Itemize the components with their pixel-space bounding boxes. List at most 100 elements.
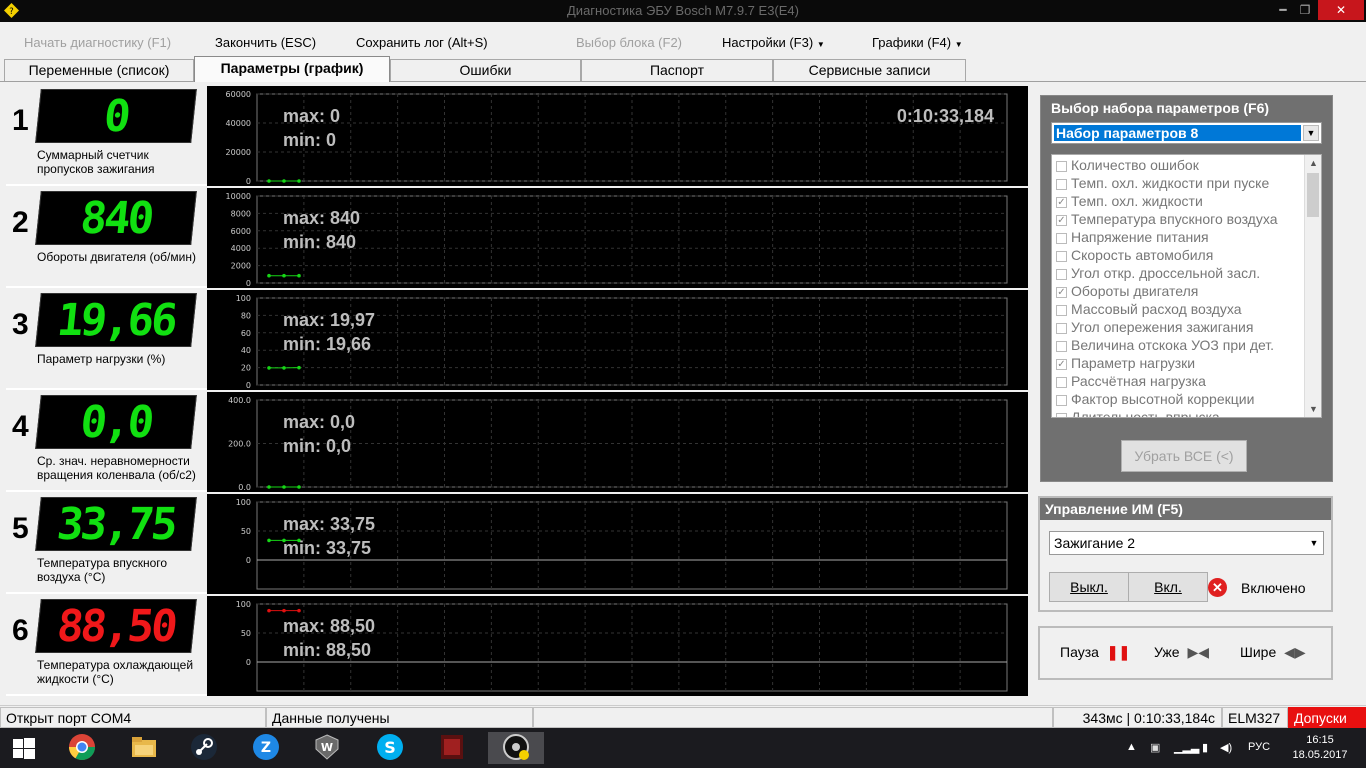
param-chart[interactable]: 400.0 200.0 0.0 max: 0,0 min: 0,0 xyxy=(207,392,1028,492)
menu-start-diagnostics[interactable]: Начать диагностику (F1) xyxy=(24,35,171,50)
param-checklist-item[interactable]: ✓ Температура впускного воздуха xyxy=(1056,210,1277,228)
clear-all-button[interactable]: Убрать ВСЕ (<) xyxy=(1121,440,1247,472)
game-icon[interactable] xyxy=(428,732,476,764)
menu-finish[interactable]: Закончить (ESC) xyxy=(215,35,316,50)
param-checklist-label: Количество ошибок xyxy=(1071,157,1199,173)
scroll-down-icon[interactable]: ▼ xyxy=(1305,401,1321,417)
wifi-icon[interactable]: ▁▂▃ xyxy=(1174,741,1199,754)
checkbox[interactable] xyxy=(1056,394,1067,406)
svg-text:W: W xyxy=(321,741,333,754)
maximize-button[interactable]: ❐ xyxy=(1298,0,1312,20)
y-tick-label: 100 xyxy=(236,600,251,609)
y-tick-label: 4000 xyxy=(231,244,251,253)
param-checklist-item[interactable]: Темп. охл. жидкости при пуске xyxy=(1056,174,1269,192)
param-checklist-item[interactable]: Напряжение питания xyxy=(1056,228,1209,246)
param-set-dropdown[interactable]: Набор параметров 8 ▼ xyxy=(1051,122,1322,144)
zoom-app-icon[interactable]: Z xyxy=(242,732,290,764)
wider-button[interactable]: Шире ◀▶ xyxy=(1240,644,1306,661)
close-button[interactable]: ✕ xyxy=(1318,0,1364,20)
param-checklist-label: Угол опережения зажигания xyxy=(1071,319,1254,335)
param-checklist-item[interactable]: Угол откр. дроссельной засл. xyxy=(1056,264,1260,282)
param-checklist-item[interactable]: Фактор высотной коррекции xyxy=(1056,390,1254,408)
param-checklist-item[interactable]: ✓ Параметр нагрузки xyxy=(1056,354,1195,372)
scroll-up-icon[interactable]: ▲ xyxy=(1305,155,1321,171)
checkbox[interactable]: ✓ xyxy=(1056,214,1067,226)
narrower-button[interactable]: Уже ▶◀ xyxy=(1154,644,1209,661)
chrome-icon[interactable] xyxy=(58,732,106,764)
volume-icon[interactable]: ◀) xyxy=(1220,741,1232,754)
tray-chevron-icon[interactable]: ▲ xyxy=(1126,741,1137,753)
checkbox[interactable] xyxy=(1056,304,1067,316)
status-empty xyxy=(533,707,1053,728)
checkbox[interactable] xyxy=(1056,178,1067,190)
off-button[interactable]: Выкл. xyxy=(1049,572,1129,602)
world-of-tanks-icon[interactable]: W xyxy=(303,732,351,764)
diagnostics-app-taskbar-icon[interactable] xyxy=(488,732,544,764)
series-point xyxy=(267,485,271,489)
menu-graphs[interactable]: Графики (F4) ▼ xyxy=(872,35,963,50)
steam-icon[interactable] xyxy=(180,732,228,764)
param-chart[interactable]: 100 50 0 max: 33,75 min: 33,75 xyxy=(207,494,1028,594)
checkbox[interactable]: ✓ xyxy=(1056,196,1067,208)
tab-errors[interactable]: Ошибки xyxy=(390,59,581,81)
minimize-button[interactable]: ━ xyxy=(1268,0,1298,20)
param-label: Параметр нагрузки (%) xyxy=(37,352,166,366)
param-checklist-item[interactable]: Угол опережения зажигания xyxy=(1056,318,1253,336)
skype-icon[interactable]: S xyxy=(366,732,414,764)
chart-max: max: 0,0 xyxy=(283,412,356,432)
param-chart[interactable]: 100 50 0 max: 88,50 min: 88,50 xyxy=(207,596,1028,696)
status-tolerances[interactable]: Допуски xyxy=(1288,707,1366,728)
actuator-dropdown[interactable]: Зажигание 2 ▼ xyxy=(1049,531,1324,555)
param-chart[interactable]: 10000 8000 6000 4000 2000 0 max: 840 min: 840 xyxy=(207,188,1028,288)
on-button[interactable]: Вкл. xyxy=(1128,572,1208,602)
param-row: 6 88,50 Температура охлаждающей жидкости… xyxy=(6,596,1028,696)
tab-variables-list[interactable]: Переменные (список) xyxy=(4,59,194,81)
param-checklist-item[interactable]: Скорость автомобиля xyxy=(1056,246,1213,264)
status-port: Открыт порт COM4 xyxy=(0,707,266,728)
pause-button[interactable]: Пауза ❚❚ xyxy=(1060,644,1130,661)
tab-passport[interactable]: Паспорт xyxy=(581,59,773,81)
narrower-label: Уже xyxy=(1154,644,1180,660)
checkbox[interactable] xyxy=(1056,160,1067,172)
language-indicator[interactable]: РУС xyxy=(1248,741,1270,753)
network-muted-icon[interactable]: ▣ xyxy=(1150,741,1160,754)
menu-settings[interactable]: Настройки (F3) ▼ xyxy=(722,35,825,50)
tab-service-records[interactable]: Сервисные записи xyxy=(773,59,966,81)
checkbox[interactable]: ✓ xyxy=(1056,358,1067,370)
param-label: Температура охлаждающей жидкости (°С) xyxy=(37,658,194,686)
param-checklist-item[interactable]: Рассчётная нагрузка xyxy=(1056,372,1206,390)
param-checklist-item[interactable]: ✓ Темп. охл. жидкости xyxy=(1056,192,1203,210)
param-chart[interactable]: 100 80 60 40 20 0 max: 19,97 min: 19,66 xyxy=(207,290,1028,390)
checkbox[interactable] xyxy=(1056,268,1067,280)
checkbox[interactable] xyxy=(1056,250,1067,262)
checkbox[interactable] xyxy=(1056,340,1067,352)
param-checklist-label: Длительность впрыска xyxy=(1071,409,1220,418)
param-checklist-label: Скорость автомобиля xyxy=(1071,247,1214,263)
chevron-down-icon[interactable]: ▼ xyxy=(1307,535,1321,551)
param-checklist-item[interactable]: Массовый расход воздуха xyxy=(1056,300,1242,318)
param-checklist-item[interactable]: Количество ошибок xyxy=(1056,156,1199,174)
clock[interactable]: 16:15 18.05.2017 xyxy=(1290,733,1350,763)
y-tick-label: 80 xyxy=(241,311,251,320)
chevron-down-icon[interactable]: ▼ xyxy=(1303,125,1319,141)
param-checklist-item[interactable]: Величина отскока УОЗ при дет. xyxy=(1056,336,1274,354)
tab-parameters-graph[interactable]: Параметры (график) xyxy=(194,56,390,82)
checkbox[interactable] xyxy=(1056,322,1067,334)
start-icon[interactable] xyxy=(0,732,48,764)
param-list-scrollbar[interactable]: ▲ ▼ xyxy=(1304,155,1321,417)
param-checklist-item[interactable]: Длительность впрыска xyxy=(1056,408,1220,418)
menu-select-block[interactable]: Выбор блока (F2) xyxy=(576,35,682,50)
checkbox[interactable] xyxy=(1056,232,1067,244)
widen-icon: ◀▶ xyxy=(1284,644,1306,660)
checkbox[interactable] xyxy=(1056,412,1067,417)
param-value-display: 0 xyxy=(35,89,197,143)
param-checklist-item[interactable]: ✓ Обороты двигателя xyxy=(1056,282,1198,300)
param-checklist[interactable]: Количество ошибок Темп. охл. жидкости при… xyxy=(1051,154,1322,418)
param-chart[interactable]: 60000 40000 20000 0 max: 0 min: 0 0:10:33,1… xyxy=(207,86,1028,186)
scroll-thumb[interactable] xyxy=(1307,173,1319,217)
battery-icon[interactable]: ▮ xyxy=(1202,741,1208,754)
menu-save-log[interactable]: Сохранить лог (Alt+S) xyxy=(356,35,488,50)
file-explorer-icon[interactable] xyxy=(120,732,168,764)
checkbox[interactable] xyxy=(1056,376,1067,388)
checkbox[interactable]: ✓ xyxy=(1056,286,1067,298)
